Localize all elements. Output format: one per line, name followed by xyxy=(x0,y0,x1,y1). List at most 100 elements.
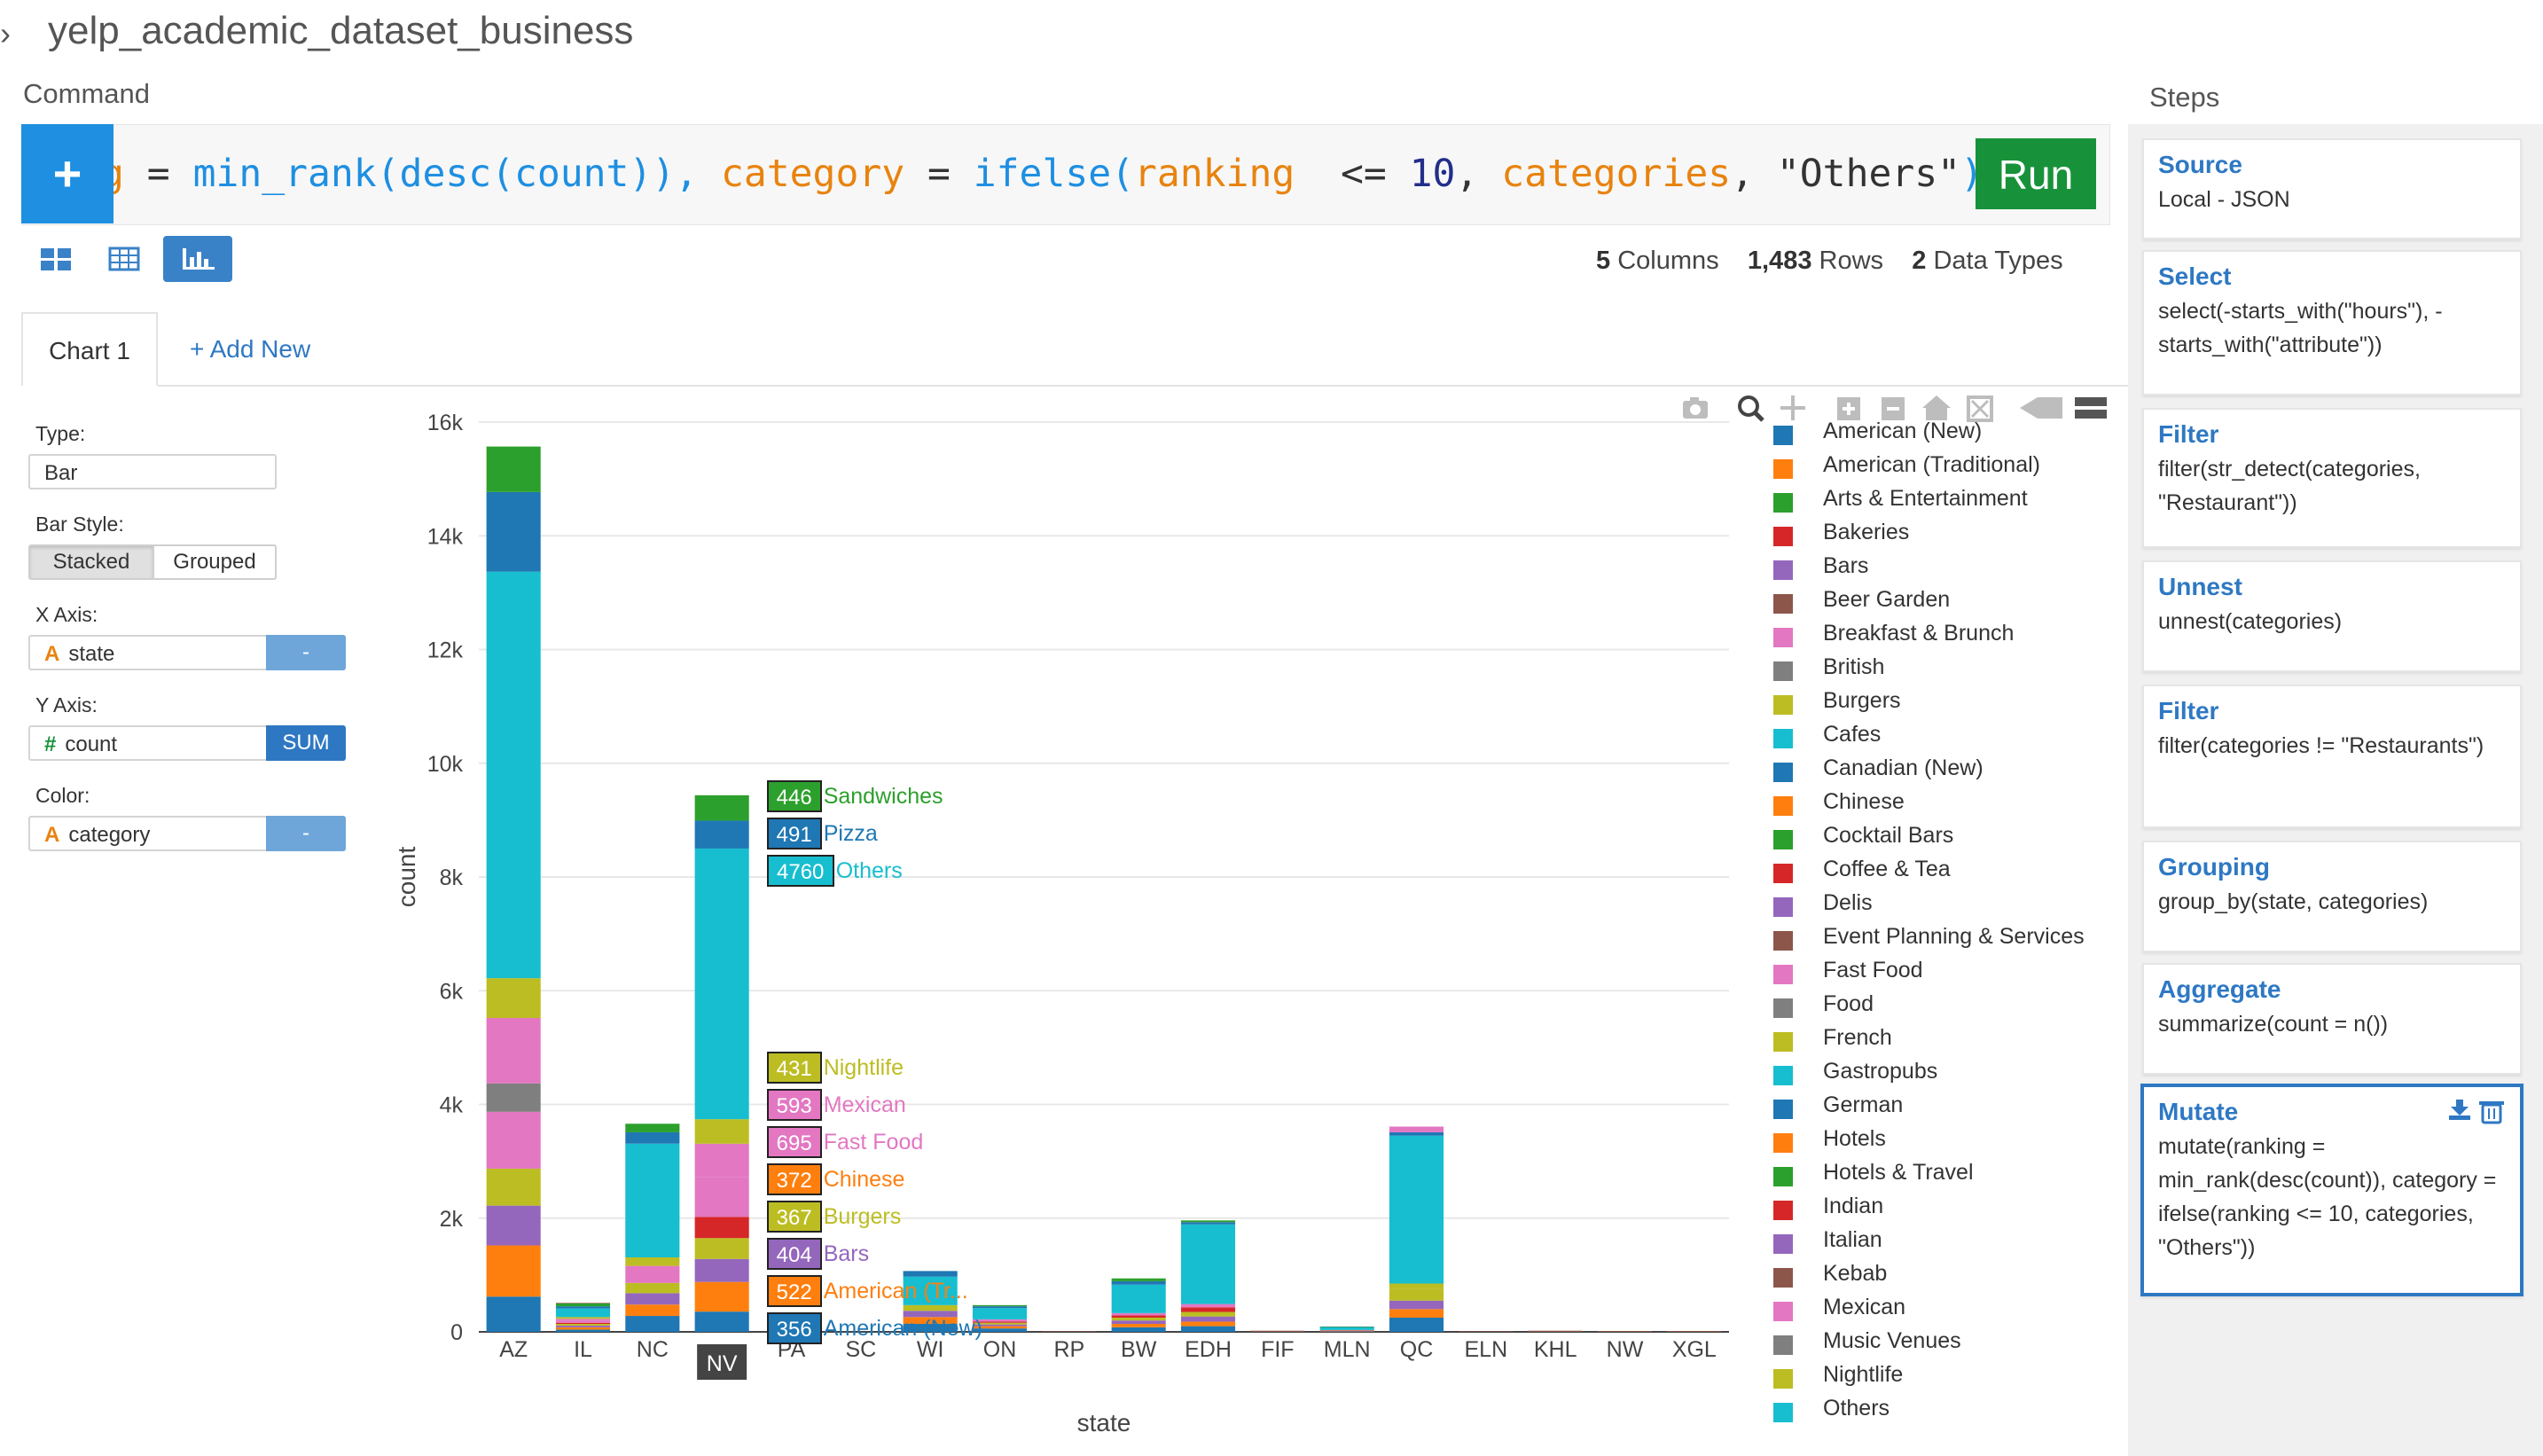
bar-segment[interactable] xyxy=(555,1325,611,1327)
bar-segment[interactable] xyxy=(1459,1331,1514,1332)
bar-segment[interactable] xyxy=(555,1308,611,1318)
step-card-grouping[interactable]: Grouping group_by(state, categories) xyxy=(2142,841,2522,952)
legend-item[interactable]: Mexican xyxy=(1773,1293,2181,1327)
stacked-button[interactable]: Stacked xyxy=(30,546,153,578)
legend-item[interactable]: Breakfast & Brunch xyxy=(1773,619,2181,653)
bar-segment[interactable] xyxy=(1250,1330,1305,1332)
add-step-button[interactable]: + xyxy=(21,124,113,223)
bar-segment[interactable] xyxy=(486,571,541,979)
legend-item[interactable]: British xyxy=(1773,653,2181,686)
chart-view-button[interactable] xyxy=(163,236,232,282)
bar-segment[interactable] xyxy=(486,491,541,572)
run-button[interactable]: Run xyxy=(1976,138,2096,209)
legend-item[interactable]: Cocktail Bars xyxy=(1773,821,2181,855)
legend-item[interactable]: American (Traditional) xyxy=(1773,450,2181,484)
bar-segment[interactable] xyxy=(555,1317,611,1319)
bar-segment[interactable] xyxy=(694,1119,749,1144)
add-chart-tab-button[interactable]: + Add New xyxy=(190,312,310,387)
step-card-source[interactable]: Source Local - JSON xyxy=(2142,138,2522,239)
bar-segment[interactable] xyxy=(486,978,541,1019)
step-card-unnest[interactable]: Unnest unnest(categories) xyxy=(2142,560,2522,672)
legend-item[interactable]: Bars xyxy=(1773,552,2181,585)
bar-segment[interactable] xyxy=(486,1168,541,1206)
bar-segment[interactable] xyxy=(1667,1331,1722,1332)
bar-segment[interactable] xyxy=(555,1324,611,1326)
spike-lines-icon[interactable] xyxy=(2020,397,2062,419)
bar-segment[interactable] xyxy=(625,1123,680,1132)
bar-segment[interactable] xyxy=(625,1265,680,1283)
bar-segment[interactable] xyxy=(694,848,749,1120)
bar-segment[interactable] xyxy=(1389,1283,1444,1289)
tab-chart-1[interactable]: Chart 1 xyxy=(21,312,158,387)
bar-segment[interactable] xyxy=(1389,1135,1444,1284)
legend-item[interactable]: Event Planning & Services xyxy=(1773,922,2181,956)
legend-item[interactable]: Kebab xyxy=(1773,1259,2181,1293)
bar-segment[interactable] xyxy=(1389,1131,1444,1136)
y-axis-field[interactable]: # count xyxy=(28,725,268,761)
bar-segment[interactable] xyxy=(1111,1327,1166,1332)
bar-segment[interactable] xyxy=(1180,1316,1236,1322)
y-axis-aggregate-button[interactable]: SUM xyxy=(266,725,346,761)
color-aggregate-button[interactable]: - xyxy=(266,816,346,851)
legend-item[interactable]: Cafes xyxy=(1773,720,2181,754)
bar-segment[interactable] xyxy=(1389,1309,1444,1318)
bar-segment[interactable] xyxy=(1389,1317,1444,1332)
legend-item[interactable]: Beer Garden xyxy=(1773,585,2181,619)
bar-segment[interactable] xyxy=(694,795,749,821)
camera-icon[interactable] xyxy=(1683,397,1708,419)
bar-segment[interactable] xyxy=(486,1083,541,1112)
legend-item[interactable]: Hotels & Travel xyxy=(1773,1158,2181,1192)
bar-segment[interactable] xyxy=(1180,1222,1236,1225)
bar-segment[interactable] xyxy=(972,1306,1028,1309)
bar-segment[interactable] xyxy=(625,1304,680,1317)
legend-item[interactable]: Chinese xyxy=(1773,787,2181,821)
bar-segment[interactable] xyxy=(625,1143,680,1257)
bar-segment[interactable] xyxy=(1111,1320,1166,1325)
trash-icon[interactable] xyxy=(2479,1101,2504,1124)
bar-segment[interactable] xyxy=(555,1306,611,1309)
table-view-button[interactable] xyxy=(98,236,151,282)
bar-segment[interactable] xyxy=(1180,1224,1236,1304)
bar-segment[interactable] xyxy=(486,1296,541,1332)
bar-segment[interactable] xyxy=(1111,1315,1166,1318)
legend-item[interactable]: Hotels xyxy=(1773,1124,2181,1158)
bar-segment[interactable] xyxy=(625,1256,680,1266)
bar-segment[interactable] xyxy=(1528,1330,1583,1332)
zoom-icon[interactable] xyxy=(1738,395,1764,422)
download-icon[interactable] xyxy=(2449,1100,2470,1120)
step-card-mutate[interactable]: Mutate mutate(ranking = min_rank(desc(cou… xyxy=(2140,1084,2523,1296)
bar-segment[interactable] xyxy=(625,1316,680,1332)
bar-segment[interactable] xyxy=(694,1281,749,1312)
bar-segment[interactable] xyxy=(555,1320,611,1323)
step-card-select[interactable]: Select select(-starts_with("hours"), -sta… xyxy=(2142,250,2522,395)
bar-segment[interactable] xyxy=(555,1303,611,1307)
legend-item[interactable]: Coffee & Tea xyxy=(1773,855,2181,888)
bar-segment[interactable] xyxy=(555,1322,611,1325)
bar-segment[interactable] xyxy=(1111,1278,1166,1281)
step-card-filter[interactable]: Filter filter(categories != "Restaurants"… xyxy=(2142,685,2522,828)
bar-segment[interactable] xyxy=(1389,1300,1444,1310)
summary-view-button[interactable] xyxy=(30,236,83,282)
bar-segment[interactable] xyxy=(1180,1311,1236,1317)
bar-segment[interactable] xyxy=(486,1018,541,1084)
compare-hover-icon[interactable] xyxy=(2075,397,2107,419)
bar-segment[interactable] xyxy=(972,1304,1028,1307)
bar-segment[interactable] xyxy=(1111,1284,1166,1313)
bar-segment[interactable] xyxy=(486,446,541,492)
step-card-aggregate[interactable]: Aggregate summarize(count = n()) xyxy=(2142,963,2522,1075)
bar-segment[interactable] xyxy=(694,1311,749,1332)
bar-segment[interactable] xyxy=(694,1177,749,1217)
bar-segment[interactable] xyxy=(625,1293,680,1305)
command-text[interactable]: g = min_rank(desc(count)), category = if… xyxy=(101,147,2007,200)
legend-item[interactable]: Delis xyxy=(1773,888,2181,922)
legend-item[interactable]: Music Venues xyxy=(1773,1327,2181,1360)
bar-segment[interactable] xyxy=(1389,1288,1444,1301)
legend-item[interactable]: Others xyxy=(1773,1394,2181,1428)
bar-segment[interactable] xyxy=(1180,1321,1236,1327)
legend-item[interactable]: Food xyxy=(1773,990,2181,1023)
bar-segment[interactable] xyxy=(1180,1303,1236,1308)
bar-segment[interactable] xyxy=(625,1131,680,1144)
legend-item[interactable]: Gastropubs xyxy=(1773,1057,2181,1091)
bar-segment[interactable] xyxy=(1111,1317,1166,1321)
color-field[interactable]: Acategory xyxy=(28,816,268,851)
